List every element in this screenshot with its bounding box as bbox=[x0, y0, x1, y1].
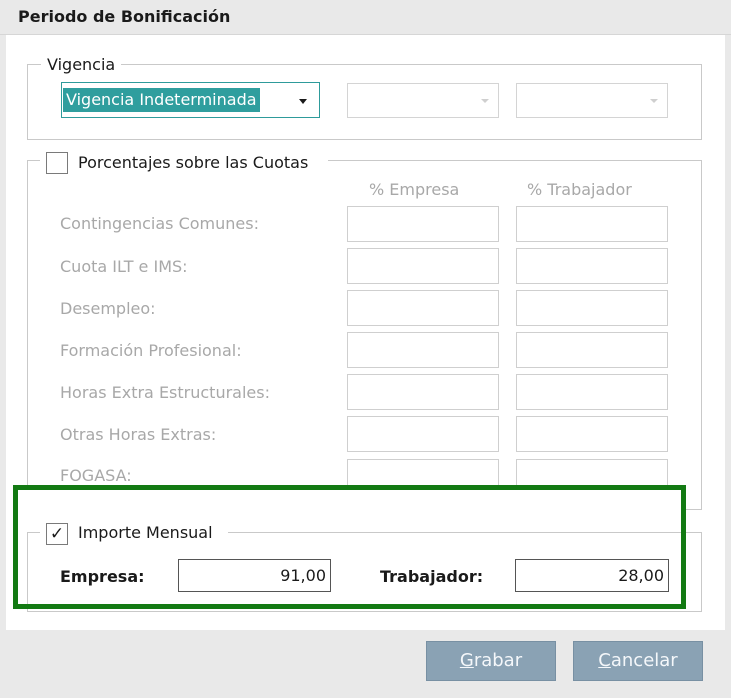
col-trabajador-header: % Trabajador bbox=[527, 180, 632, 199]
chevron-down-icon bbox=[650, 99, 658, 103]
empresa-input-otras-horas bbox=[347, 416, 499, 452]
row-label-fogasa: FOGASA: bbox=[60, 466, 132, 483]
trabajador-input-cuota-ilt bbox=[516, 248, 668, 284]
chevron-down-icon[interactable] bbox=[299, 99, 307, 104]
row-label-formacion: Formación Profesional: bbox=[60, 341, 242, 360]
dialog-title: Periodo de Bonificación bbox=[18, 7, 231, 26]
vigencia-legend: Vigencia bbox=[41, 55, 122, 74]
window-left-edge bbox=[0, 0, 6, 698]
vigencia-combo-2 bbox=[347, 83, 499, 118]
chevron-down-icon bbox=[481, 99, 489, 103]
highlight-box bbox=[13, 485, 686, 609]
cancelar-button[interactable]: Cancelar bbox=[573, 641, 703, 681]
porcentajes-checkbox[interactable] bbox=[46, 152, 68, 174]
grabar-mnemonic: G bbox=[459, 650, 474, 671]
row-label-otras-horas: Otras Horas Extras: bbox=[60, 425, 217, 444]
row-label-cuota-ilt: Cuota ILT e IMS: bbox=[60, 257, 188, 276]
empresa-input-desempleo bbox=[347, 290, 499, 326]
row-label-contingencias: Contingencias Comunes: bbox=[60, 214, 259, 233]
empresa-input-horas-extra-estructurales bbox=[347, 374, 499, 410]
vigencia-combo-value[interactable]: Vigencia Indeterminada bbox=[63, 88, 260, 112]
window-right-edge bbox=[725, 0, 731, 698]
trabajador-input-desempleo bbox=[516, 290, 668, 326]
trabajador-input-otras-horas bbox=[516, 416, 668, 452]
row-label-horas-extra-estructurales: Horas Extra Estructurales: bbox=[60, 383, 270, 402]
col-empresa-header: % Empresa bbox=[369, 180, 460, 199]
empresa-input-cuota-ilt bbox=[347, 248, 499, 284]
empresa-input-contingencias bbox=[347, 206, 499, 242]
cancelar-label: ancelar bbox=[610, 650, 678, 671]
grabar-button[interactable]: Grabar bbox=[426, 641, 556, 681]
vigencia-combo-3 bbox=[516, 83, 668, 118]
trabajador-input-horas-extra-estructurales bbox=[516, 374, 668, 410]
grabar-label: rabar bbox=[473, 650, 523, 671]
cancelar-mnemonic: C bbox=[598, 650, 611, 671]
trabajador-input-formacion bbox=[516, 332, 668, 368]
porcentajes-legend: Porcentajes sobre las Cuotas bbox=[78, 153, 309, 172]
row-label-desempleo: Desempleo: bbox=[60, 299, 156, 318]
empresa-input-formacion bbox=[347, 332, 499, 368]
trabajador-input-contingencias bbox=[516, 206, 668, 242]
